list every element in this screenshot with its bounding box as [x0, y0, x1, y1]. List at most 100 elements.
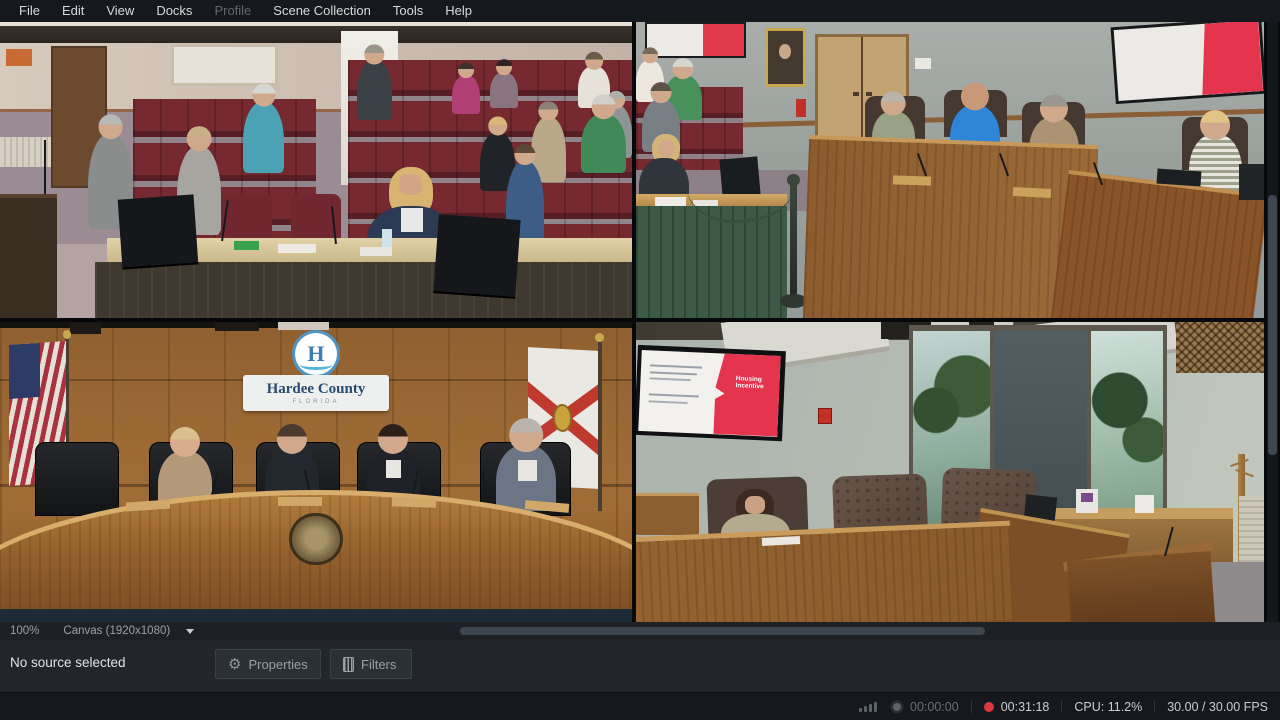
exit-plaque: [915, 57, 932, 70]
menu-item-help[interactable]: Help: [434, 0, 483, 22]
menu-item-scene-collection[interactable]: Scene Collection: [262, 0, 382, 22]
slide-red-area: [1198, 22, 1264, 95]
nameplate: [391, 496, 437, 508]
county-seal: [289, 512, 343, 566]
fps-counter: 30.00 / 30.00 FPS: [1167, 699, 1268, 714]
fl-flag-seal: [552, 403, 573, 433]
speaker-box: [214, 322, 260, 331]
clerk-desk-skirt: [636, 205, 787, 318]
papers: [761, 535, 800, 545]
cpu-usage: CPU: 11.2%: [1074, 699, 1143, 714]
menu-item-file[interactable]: File: [8, 0, 51, 22]
no-source-label: No source selected: [10, 655, 126, 670]
green-folder: [233, 241, 260, 250]
menu-bar: File Edit View Docks Profile Scene Colle…: [0, 0, 1280, 22]
slide-text-line: [648, 393, 699, 398]
slide-text-line: [649, 370, 697, 375]
menu-item-profile[interactable]: Profile: [203, 0, 262, 22]
filters-button-label: Filters: [361, 656, 397, 672]
papers: [278, 244, 316, 253]
gear-icon: ⚙: [228, 655, 242, 673]
menu-item-view[interactable]: View: [95, 0, 145, 22]
stream-status-icon: [893, 702, 902, 711]
menu-item-tools[interactable]: Tools: [382, 0, 434, 22]
portrait: [764, 27, 806, 88]
feed-side-dais[interactable]: Housing Incentive: [636, 322, 1264, 622]
properties-button-label: Properties: [248, 656, 308, 672]
fire-extinguisher: [796, 98, 807, 117]
laptop: [1156, 168, 1202, 187]
person: [451, 75, 481, 114]
pamphlet-stand: [1135, 494, 1155, 513]
us-flag-canton: [9, 342, 41, 399]
chevron-down-icon[interactable]: [186, 628, 195, 634]
divider: [1061, 700, 1063, 713]
feed-audience-room[interactable]: [0, 22, 632, 318]
feed-main-dais[interactable]: H Hardee County FLORIDA: [0, 322, 632, 622]
person: [489, 72, 519, 108]
wood-lattice: [1176, 322, 1264, 373]
slide-text-line: [648, 399, 688, 404]
wall-screen-left: [645, 22, 746, 58]
sign-subtitle: FLORIDA: [292, 398, 340, 405]
fire-alarm: [818, 407, 832, 424]
hardee-sign: Hardee County FLORIDA: [243, 374, 389, 411]
slide-white-area: Housing Incentive: [638, 349, 781, 436]
record-indicator-icon: [983, 701, 994, 712]
podium-mic: [44, 140, 47, 194]
papers: [360, 246, 392, 256]
source-toolbar: No source selected ⚙ Properties Filters: [0, 640, 1280, 692]
ceiling: [0, 26, 632, 45]
papers: [654, 196, 687, 206]
person: [243, 101, 285, 173]
slide-title: Housing Incentive: [735, 374, 764, 390]
properties-button[interactable]: ⚙ Properties: [215, 649, 321, 679]
monitor: [433, 214, 521, 300]
back-rail: [636, 493, 699, 535]
attendee-face: [745, 496, 766, 514]
whiteboard: [170, 44, 279, 86]
door-gap: [861, 36, 863, 138]
staff-desk-skirt: [94, 261, 632, 318]
fl-flag-pole: [597, 337, 602, 511]
canvas-size-label[interactable]: Canvas (1920x1080): [63, 625, 170, 637]
fl-flag-finial: [595, 332, 605, 342]
us-flag-finial: [62, 329, 72, 339]
white-shirt: [518, 460, 538, 481]
monitor: [117, 194, 199, 270]
vertical-scrollbar[interactable]: [1267, 22, 1278, 622]
stream-timer: 00:00:00: [910, 699, 959, 714]
feed-commission-box[interactable]: [636, 22, 1264, 318]
wall-poster: [6, 48, 32, 67]
nameplate: [893, 175, 932, 186]
divider: [970, 700, 972, 713]
logo-swoosh: [300, 360, 332, 370]
wall-screen-right: [1110, 22, 1264, 105]
horizontal-scrollbar-thumb[interactable]: [460, 627, 985, 635]
jury-box-return: [1050, 170, 1264, 318]
slide-red-area: Housing Incentive: [711, 352, 781, 436]
filters-button[interactable]: Filters: [330, 649, 412, 679]
sign-title: Hardee County: [266, 381, 366, 398]
record-timer: 00:31:18: [1000, 699, 1050, 714]
white-shirt: [385, 460, 402, 478]
network-signal-icon: [859, 701, 878, 712]
speaker-box: [69, 322, 102, 334]
menu-item-edit[interactable]: Edit: [51, 0, 95, 22]
preview-canvas[interactable]: H Hardee County FLORIDA Housing Incentiv…: [0, 22, 1280, 622]
speaker-shirt: [401, 208, 424, 233]
person: [357, 60, 392, 120]
person: [581, 113, 626, 173]
presentation-tv: Housing Incentive: [636, 344, 786, 441]
vertical-scrollbar-thumb[interactable]: [1268, 195, 1277, 455]
menu-item-docks[interactable]: Docks: [145, 0, 203, 22]
podium: [1066, 551, 1217, 622]
pamphlet-purple: [1080, 493, 1094, 502]
status-bar: 00:00:00 00:31:18 CPU: 11.2% 30.00 / 30.…: [0, 692, 1280, 720]
nameplate: [278, 496, 323, 506]
door-knob: [853, 92, 859, 97]
slide-red-area: [703, 24, 744, 56]
divider: [1154, 700, 1156, 713]
canvas-status-row: 100% Canvas (1920x1080): [0, 622, 1280, 640]
canvas-zoom-level[interactable]: 100%: [10, 625, 39, 637]
